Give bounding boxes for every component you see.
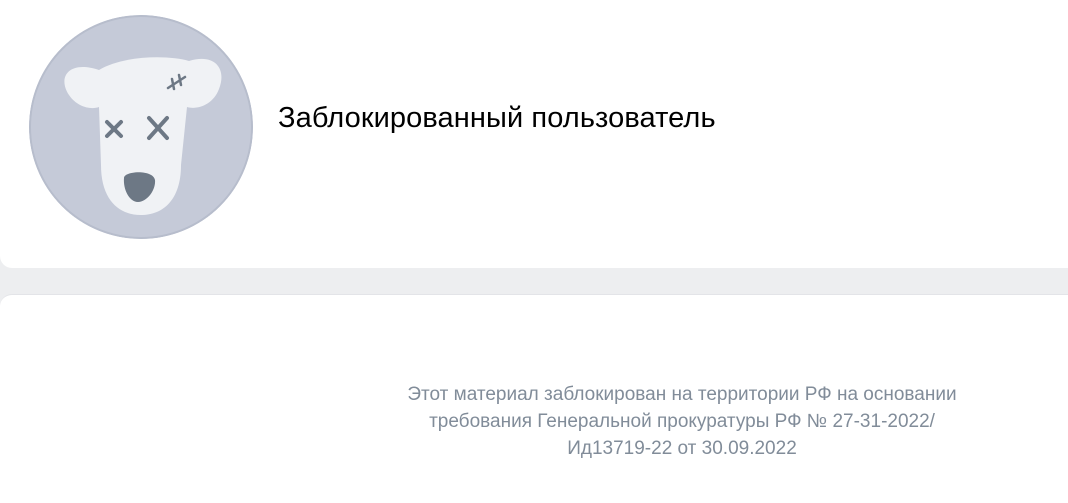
notice-line: требования Генеральной прокуратуры РФ № …: [429, 411, 935, 432]
avatar: [29, 15, 253, 239]
blocked-notice-card: Этот материал заблокирован на территории…: [0, 294, 1068, 503]
blocked-dog-icon: [29, 15, 253, 239]
profile-header-card: Заблокированный пользователь: [0, 0, 1068, 268]
notice-line: Ид13719-22 от 30.09.2022: [567, 438, 797, 459]
profile-name: Заблокированный пользователь: [278, 102, 716, 134]
notice-line: Этот материал заблокирован на территории…: [407, 384, 957, 405]
page: Заблокированный пользователь Этот матери…: [0, 0, 1068, 503]
blocked-notice-text: Этот материал заблокирован на территории…: [332, 381, 1032, 462]
